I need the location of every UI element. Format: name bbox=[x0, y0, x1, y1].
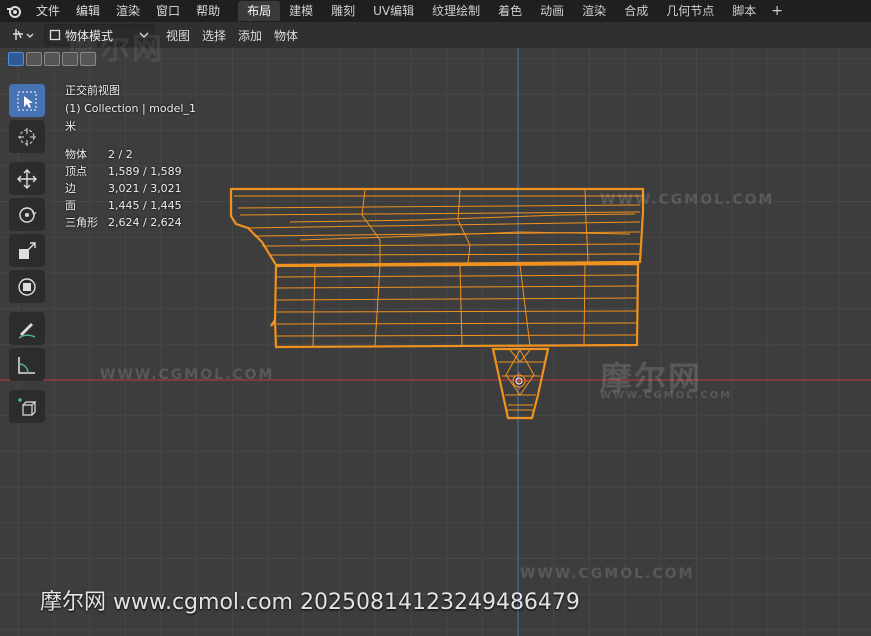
watermark-site: WWW.CGMOL.COM bbox=[600, 390, 733, 401]
tab-scripting[interactable]: 脚本 bbox=[723, 1, 765, 21]
units-label: 米 bbox=[65, 120, 76, 133]
collection-label: (1) Collection | model_1 bbox=[65, 102, 196, 115]
editor-type-button[interactable] bbox=[8, 25, 38, 45]
stat-value: 1,445 / 1,445 bbox=[108, 199, 182, 212]
watermark-site: WWW.CGMOL.COM bbox=[520, 566, 695, 582]
transform-orientation-icon bbox=[13, 29, 34, 40]
select-box-icon bbox=[17, 91, 37, 110]
menu-object[interactable]: 物体 bbox=[268, 27, 304, 44]
add-workspace-button[interactable]: + bbox=[765, 3, 789, 19]
stat-value: 2,624 / 2,624 bbox=[108, 216, 182, 229]
select-extend-icon[interactable] bbox=[26, 52, 42, 66]
select-invert-icon[interactable] bbox=[62, 52, 78, 66]
stat-value: 3,021 / 3,021 bbox=[108, 182, 182, 195]
model-wireframe[interactable] bbox=[229, 187, 645, 420]
rotate-icon bbox=[19, 206, 37, 223]
tab-animation[interactable]: 动画 bbox=[531, 1, 573, 21]
stat-row: 面 1,445 / 1,445 bbox=[65, 197, 182, 214]
stat-label: 顶点 bbox=[65, 165, 87, 178]
cursor-icon bbox=[18, 127, 36, 146]
menu-edit[interactable]: 编辑 bbox=[68, 0, 108, 22]
viewport-info: 正交前视图 (1) Collection | model_1 米 bbox=[65, 82, 196, 136]
select-new-icon[interactable] bbox=[8, 52, 24, 66]
transform-tool[interactable] bbox=[9, 270, 45, 303]
select-box-tool[interactable] bbox=[9, 84, 45, 117]
watermark-site: WWW.CGMOL.COM bbox=[100, 367, 275, 383]
stat-row: 顶点 1,589 / 1,589 bbox=[65, 163, 182, 180]
tab-texture-paint[interactable]: 纹理绘制 bbox=[423, 1, 489, 21]
tab-uv-editing[interactable]: UV编辑 bbox=[364, 1, 423, 21]
stat-label: 面 bbox=[65, 199, 76, 212]
stat-label: 物体 bbox=[65, 148, 87, 161]
add-cube-icon bbox=[18, 397, 37, 416]
footer-watermark: 摩尔网 www.cgmol.com 20250814123249486479 bbox=[40, 590, 580, 615]
move-icon bbox=[17, 168, 37, 189]
menu-render[interactable]: 渲染 bbox=[108, 0, 148, 22]
scale-icon bbox=[19, 241, 36, 259]
stat-row: 三角形 2,624 / 2,624 bbox=[65, 214, 182, 231]
select-mode-row bbox=[8, 52, 96, 66]
stat-row: 边 3,021 / 3,021 bbox=[65, 180, 182, 197]
stat-row: 物体 2 / 2 bbox=[65, 146, 182, 163]
tab-geometry-nodes[interactable]: 几何节点 bbox=[657, 1, 723, 21]
watermark-site: WWW.CGMOL.COM bbox=[600, 192, 775, 208]
tab-shading[interactable]: 着色 bbox=[489, 1, 531, 21]
scene-statistics: 物体 2 / 2 顶点 1,589 / 1,589 边 3,021 / 3,021 面… bbox=[65, 146, 182, 231]
tab-layout[interactable]: 布局 bbox=[238, 1, 281, 21]
tab-sculpting[interactable]: 雕刻 bbox=[322, 1, 364, 21]
menu-window[interactable]: 窗口 bbox=[148, 0, 188, 22]
view-name: 正交前视图 bbox=[65, 84, 120, 97]
measure-tool[interactable] bbox=[9, 348, 45, 381]
transform-icon bbox=[18, 277, 36, 296]
grid bbox=[0, 48, 871, 636]
stat-value: 1,589 / 1,589 bbox=[108, 165, 182, 178]
select-subtract-icon[interactable] bbox=[44, 52, 60, 66]
annotate-tool[interactable] bbox=[9, 312, 45, 345]
menu-select[interactable]: 选择 bbox=[196, 27, 232, 44]
blender-logo-icon[interactable] bbox=[0, 0, 28, 22]
add-cube-tool[interactable] bbox=[9, 390, 45, 423]
scale-tool[interactable] bbox=[9, 234, 45, 267]
menu-add[interactable]: 添加 bbox=[232, 27, 268, 44]
workspace-tabs: 布局 建模 雕刻 UV编辑 纹理绘制 着色 动画 渲染 合成 几何节点 脚本 + bbox=[238, 0, 789, 22]
menu-view[interactable]: 视图 bbox=[160, 27, 196, 44]
tab-modeling[interactable]: 建模 bbox=[280, 1, 322, 21]
stat-label: 三角形 bbox=[65, 216, 98, 229]
measure-icon bbox=[18, 356, 35, 374]
select-intersect-icon[interactable] bbox=[80, 52, 96, 66]
move-tool[interactable] bbox=[9, 162, 45, 195]
stat-label: 边 bbox=[65, 182, 76, 195]
menu-help[interactable]: 帮助 bbox=[188, 0, 228, 22]
rotate-tool[interactable] bbox=[9, 198, 45, 231]
object-mode-icon bbox=[49, 29, 61, 41]
menu-file[interactable]: 文件 bbox=[28, 0, 68, 22]
viewport-canvas bbox=[0, 48, 871, 636]
cursor-tool[interactable] bbox=[9, 120, 45, 153]
tab-compositing[interactable]: 合成 bbox=[615, 1, 657, 21]
top-bar: 文件 编辑 渲染 窗口 帮助 布局 建模 雕刻 UV编辑 纹理绘制 着色 动画 … bbox=[0, 0, 871, 22]
tab-rendering[interactable]: 渲染 bbox=[573, 1, 615, 21]
tool-shelf bbox=[9, 84, 47, 423]
3d-viewport[interactable]: 摩尔网 摩尔网 WWW.CGMOL.COM WWW.CGMOL.COM WWW.… bbox=[0, 32, 871, 636]
stat-value: 2 / 2 bbox=[108, 148, 133, 161]
annotate-icon bbox=[18, 322, 36, 339]
